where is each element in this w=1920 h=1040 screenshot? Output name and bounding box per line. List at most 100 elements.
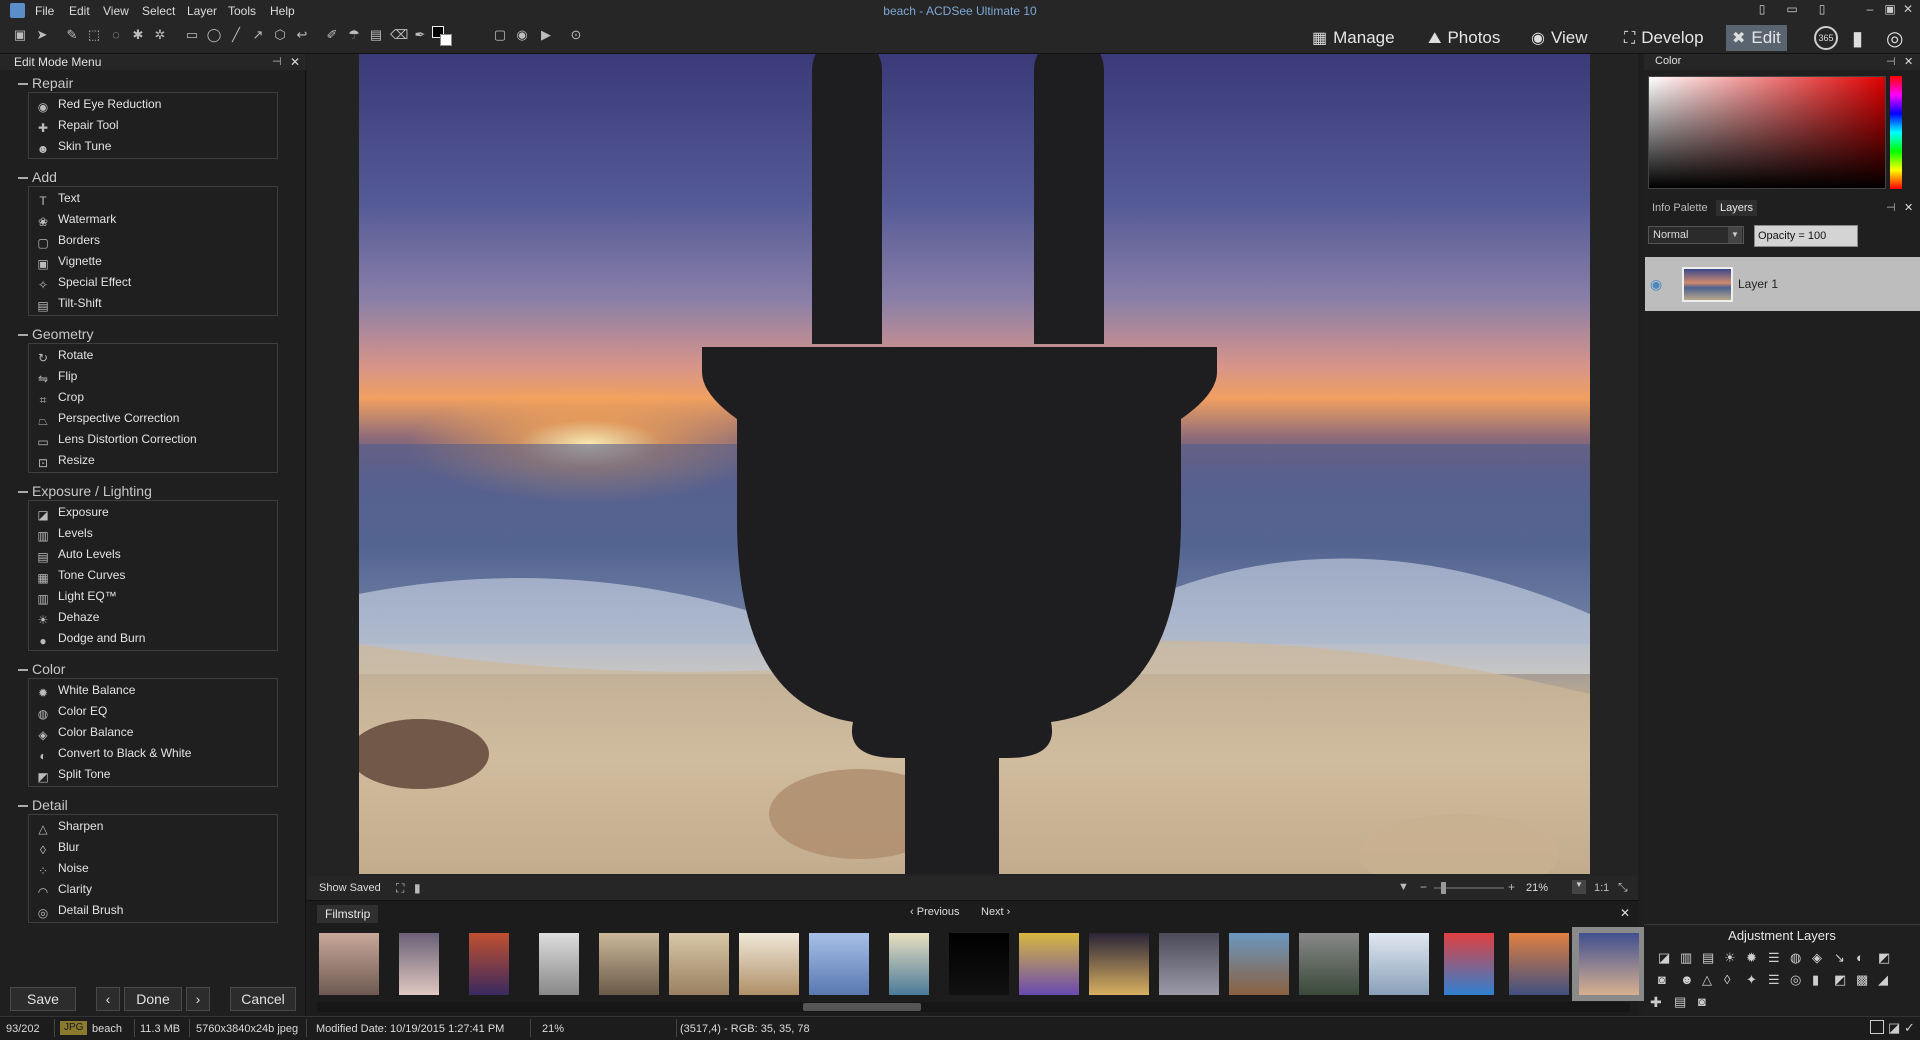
close-icon[interactable]: ✕: [1900, 2, 1916, 18]
menu-item-blur[interactable]: ◊ Blur: [36, 837, 276, 858]
menu-item-resize[interactable]: ⊡ Resize: [36, 450, 276, 471]
pan-tool-icon[interactable]: ▣: [12, 27, 28, 43]
filmstrip-thumbnail[interactable]: [319, 933, 379, 995]
menu-item-auto-levels[interactable]: ▤ Auto Levels: [36, 544, 276, 565]
menu-item-flip[interactable]: ⇋ Flip: [36, 366, 276, 387]
layers-close-icon[interactable]: ✕: [1904, 201, 1913, 214]
adjustment-layer-icon[interactable]: ☀: [1724, 950, 1736, 966]
group-title-repair[interactable]: Repair: [32, 75, 73, 91]
filmstrip-thumbnail[interactable]: [669, 933, 729, 995]
menu-item-dehaze[interactable]: ☀ Dehaze: [36, 607, 276, 628]
filmstrip-thumbnail[interactable]: [1509, 933, 1569, 995]
mode-365-icon[interactable]: 365: [1814, 26, 1838, 50]
lasso-icon[interactable]: ◌: [108, 27, 124, 43]
zoom-slider-thumb[interactable]: [1441, 882, 1446, 894]
previous-button[interactable]: ‹ Previous: [910, 906, 960, 918]
tab-layers[interactable]: Layers: [1716, 200, 1758, 216]
menu-item-rotate[interactable]: ↻ Rotate: [36, 345, 276, 366]
brush-select-icon[interactable]: ✎: [64, 27, 80, 43]
group-title-exposure-lighting[interactable]: Exposure / Lighting: [32, 483, 152, 499]
layer-visibility-icon[interactable]: ◉: [1650, 276, 1662, 293]
layout-bottom-icon[interactable]: ▭: [1784, 2, 1800, 18]
menu-item-skin-tune[interactable]: ☻ Skin Tune: [36, 136, 276, 157]
filmstrip-thumbnail[interactable]: [1444, 933, 1494, 995]
adjustment-layer-icon[interactable]: ▩: [1856, 972, 1868, 988]
adjustment-layer-icon[interactable]: ◎: [1790, 972, 1801, 988]
menu-item-perspective-correction[interactable]: ⏢ Perspective Correction: [36, 408, 276, 429]
adjustment-layer-icon[interactable]: ◐: [1856, 950, 1864, 965]
fullscreen-icon[interactable]: ⛶: [396, 881, 404, 896]
collapse-color-icon[interactable]: [18, 669, 28, 671]
collapse-detail-icon[interactable]: [18, 805, 28, 807]
menu-item-detail-brush[interactable]: ◎ Detail Brush: [36, 900, 276, 921]
view-mode-icon[interactable]: [1870, 1020, 1884, 1034]
zoom-out-icon[interactable]: −: [1420, 880, 1427, 894]
actual-size-button[interactable]: 1:1: [1594, 882, 1609, 894]
show-saved-button[interactable]: Show Saved: [319, 882, 381, 894]
menu-item-repair-tool[interactable]: ✚ Repair Tool: [36, 115, 276, 136]
mask-icon[interactable]: ▢: [492, 27, 508, 43]
filmstrip-thumbnail[interactable]: [1089, 933, 1149, 995]
mode-develop-button[interactable]: ⛶ Develop: [1618, 25, 1710, 51]
mode-view-button[interactable]: ◉ View: [1525, 25, 1594, 51]
layout-left-icon[interactable]: ▯: [1754, 2, 1770, 18]
menu-item-text[interactable]: T Text: [36, 188, 276, 209]
menu-item-white-balance[interactable]: ✹ White Balance: [36, 680, 276, 701]
eraser-icon[interactable]: ⌫: [390, 27, 408, 43]
histogram-icon[interactable]: ▮: [414, 881, 421, 895]
minimize-icon[interactable]: –: [1862, 2, 1878, 18]
menu-item-noise[interactable]: ⁘ Noise: [36, 858, 276, 879]
filmstrip-thumbnail[interactable]: [889, 933, 929, 995]
adjustment-layer-icon[interactable]: ◢: [1878, 972, 1888, 988]
ellipse-select-icon[interactable]: ◯: [206, 27, 222, 43]
collapse-geometry-icon[interactable]: [18, 334, 28, 336]
fit-icon[interactable]: ⤡: [1618, 880, 1628, 895]
filmstrip-thumbnail[interactable]: [1579, 933, 1639, 995]
adjustment-layer-icon[interactable]: ▥: [1680, 950, 1692, 966]
cancel-button[interactable]: Cancel: [230, 987, 296, 1011]
adjustment-layer-icon[interactable]: ◈: [1812, 950, 1822, 966]
filmstrip-thumbnail[interactable]: [599, 933, 659, 995]
zoom-in-icon[interactable]: +: [1508, 880, 1515, 894]
prev-arrow-button[interactable]: ‹: [96, 987, 120, 1011]
zoom-level[interactable]: 21%: [1526, 882, 1548, 894]
menu-item-sharpen[interactable]: △ Sharpen: [36, 816, 276, 837]
collapse-repair-icon[interactable]: [18, 83, 28, 85]
adjustment-layer-icon[interactable]: ▤: [1702, 950, 1714, 966]
adjustment-layer-icon[interactable]: ↘: [1834, 950, 1845, 966]
menu-item-clarity[interactable]: ◠ Clarity: [36, 879, 276, 900]
filmstrip-thumbnail[interactable]: [1159, 933, 1219, 995]
menu-item-color-eq[interactable]: ◍ Color EQ: [36, 701, 276, 722]
save-button[interactable]: Save: [10, 987, 76, 1011]
record-icon[interactable]: ◉: [514, 27, 530, 43]
menu-item-color-balance[interactable]: ◈ Color Balance: [36, 722, 276, 743]
gradient-icon[interactable]: ▤: [368, 27, 384, 43]
menu-item-convert-to-black-white[interactable]: ◐ Convert to Black & White: [36, 743, 276, 764]
select-arrow-icon[interactable]: ➤: [34, 27, 50, 43]
eyedropper-icon[interactable]: ✒: [412, 27, 428, 43]
magic-wand-icon[interactable]: ✱: [130, 27, 146, 43]
adjustment-layer-icon[interactable]: ◊: [1724, 972, 1730, 987]
menu-item-lens-distortion-correction[interactable]: ▭ Lens Distortion Correction: [36, 429, 276, 450]
beach-photo[interactable]: [359, 54, 1590, 874]
filmstrip-thumbnail[interactable]: [949, 933, 1009, 995]
camera-icon[interactable]: ◙: [1698, 994, 1706, 1009]
panel-close-icon[interactable]: ✕: [290, 55, 300, 69]
color-picker-field[interactable]: [1648, 76, 1886, 189]
filmstrip-close-icon[interactable]: ✕: [1620, 906, 1630, 920]
menu-item-watermark[interactable]: ❀ Watermark: [36, 209, 276, 230]
collapse-exposure-icon[interactable]: [18, 491, 28, 493]
tab-info-palette[interactable]: Info Palette: [1648, 200, 1712, 216]
adjustment-layer-icon[interactable]: ◙: [1658, 972, 1666, 987]
mode-manage-button[interactable]: ▦ Manage: [1306, 25, 1401, 51]
stack-icon[interactable]: ▤: [1674, 994, 1686, 1010]
menu-item-vignette[interactable]: ▣ Vignette: [36, 251, 276, 272]
adjustment-layer-icon[interactable]: ✹: [1746, 950, 1757, 966]
line-tool-icon[interactable]: ╱: [228, 27, 244, 43]
adjustment-layer-icon[interactable]: ✦: [1746, 972, 1757, 988]
filmstrip-thumbnail[interactable]: [809, 933, 869, 995]
group-title-color[interactable]: Color: [32, 661, 65, 677]
filmstrip-thumbnail[interactable]: [1369, 933, 1429, 995]
adjustment-layer-icon[interactable]: △: [1702, 972, 1712, 988]
smudge-icon[interactable]: ☂: [346, 27, 362, 43]
